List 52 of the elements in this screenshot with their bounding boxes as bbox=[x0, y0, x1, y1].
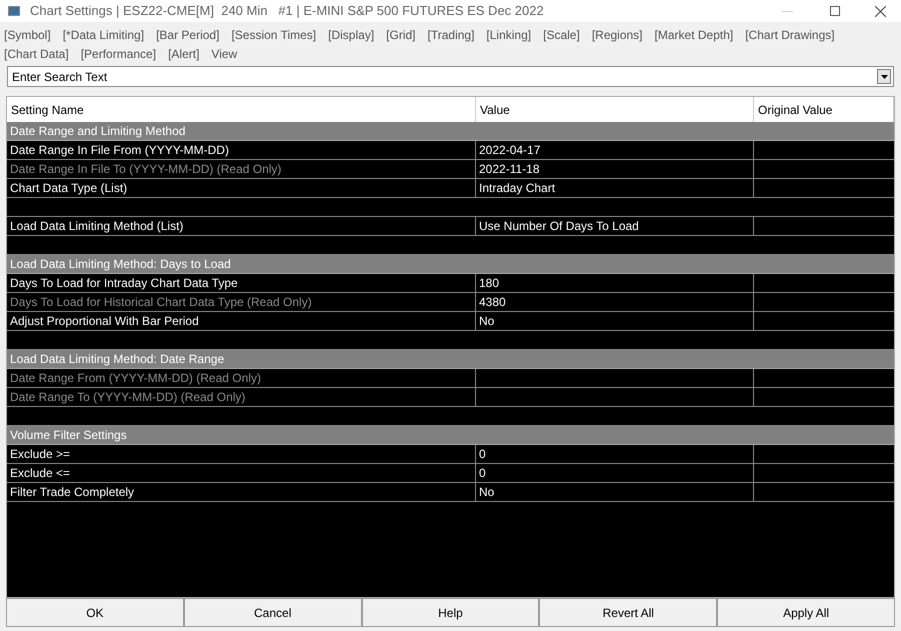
settings-tab[interactable]: View bbox=[211, 45, 238, 64]
setting-name: Date Range From (YYYY-MM-DD) (Read Only) bbox=[7, 369, 476, 387]
maximize-icon[interactable] bbox=[830, 6, 840, 16]
settings-tab[interactable]: [Trading] bbox=[428, 26, 474, 45]
setting-value: No bbox=[476, 312, 754, 330]
section-header: Volume Filter Settings bbox=[7, 426, 894, 445]
setting-value: 4380 bbox=[476, 293, 754, 311]
settings-tab[interactable]: [Display] bbox=[328, 26, 374, 45]
window-title: Chart Settings | ESZ22-CME[M] 240 Min #1 | E-MINI S&P 500 FUTURES ES Dec 2022 bbox=[30, 2, 545, 20]
settings-tab[interactable]: [Scale] bbox=[543, 26, 580, 45]
setting-name: Chart Data Type (List) bbox=[7, 179, 476, 197]
app-icon bbox=[8, 6, 20, 16]
settings-tab[interactable]: [Chart Data] bbox=[4, 45, 69, 64]
setting-value: 0 bbox=[476, 445, 754, 463]
setting-name: Date Range In File From (YYYY-MM-DD) bbox=[7, 141, 476, 159]
setting-name: Exclude <= bbox=[7, 464, 476, 482]
dialog-button[interactable]: OK bbox=[6, 598, 184, 627]
search-field[interactable]: Enter Search Text bbox=[7, 66, 894, 87]
settings-tab[interactable]: [Session Times] bbox=[231, 26, 316, 45]
setting-name: Exclude >= bbox=[7, 445, 476, 463]
settings-tab[interactable]: [Bar Period] bbox=[156, 26, 220, 45]
setting-name: Filter Trade Completely bbox=[7, 483, 476, 501]
settings-tab[interactable]: [Regions] bbox=[592, 26, 643, 45]
settings-tab[interactable]: [Performance] bbox=[80, 45, 156, 64]
setting-value: 2022-04-17 bbox=[476, 141, 754, 159]
settings-tab[interactable]: [Linking] bbox=[486, 26, 532, 45]
settings-tab[interactable]: [Chart Drawings] bbox=[745, 26, 835, 45]
setting-value: Intraday Chart bbox=[476, 179, 754, 197]
setting-name: Load Data Limiting Method (List) bbox=[7, 217, 476, 235]
setting-value: Use Number Of Days To Load bbox=[476, 217, 754, 235]
section-header: Date Range and Limiting Method bbox=[7, 122, 894, 141]
setting-value: 180 bbox=[476, 274, 754, 292]
settings-tab[interactable]: [Market Depth] bbox=[654, 26, 734, 45]
setting-value: 2022-11-18 bbox=[476, 160, 754, 178]
settings-tab[interactable]: [*Data Limiting] bbox=[62, 26, 144, 45]
dialog-button[interactable]: Cancel bbox=[184, 598, 362, 627]
setting-name: Date Range To (YYYY-MM-DD) (Read Only) bbox=[7, 388, 476, 406]
setting-value: No bbox=[476, 483, 754, 501]
dialog-button[interactable]: Apply All bbox=[717, 598, 895, 627]
setting-name: Date Range In File To (YYYY-MM-DD) (Read Only) bbox=[7, 160, 476, 178]
setting-name: Days To Load for Historical Chart Data Type (Read Only) bbox=[7, 293, 476, 311]
close-icon[interactable] bbox=[875, 6, 886, 16]
settings-tab[interactable]: [Symbol] bbox=[4, 26, 51, 45]
section-header: Load Data Limiting Method: Days to Load bbox=[7, 255, 894, 274]
settings-tab[interactable]: [Grid] bbox=[386, 26, 416, 45]
setting-value: 0 bbox=[476, 464, 754, 482]
section-header: Load Data Limiting Method: Date Range bbox=[7, 350, 894, 369]
setting-name: Adjust Proportional With Bar Period bbox=[7, 312, 476, 330]
dialog-button[interactable]: Help bbox=[362, 598, 540, 627]
settings-tab[interactable]: [Alert] bbox=[168, 45, 200, 64]
dialog-button[interactable]: Revert All bbox=[539, 598, 718, 627]
setting-name: Days To Load for Intraday Chart Data Type bbox=[7, 274, 476, 292]
